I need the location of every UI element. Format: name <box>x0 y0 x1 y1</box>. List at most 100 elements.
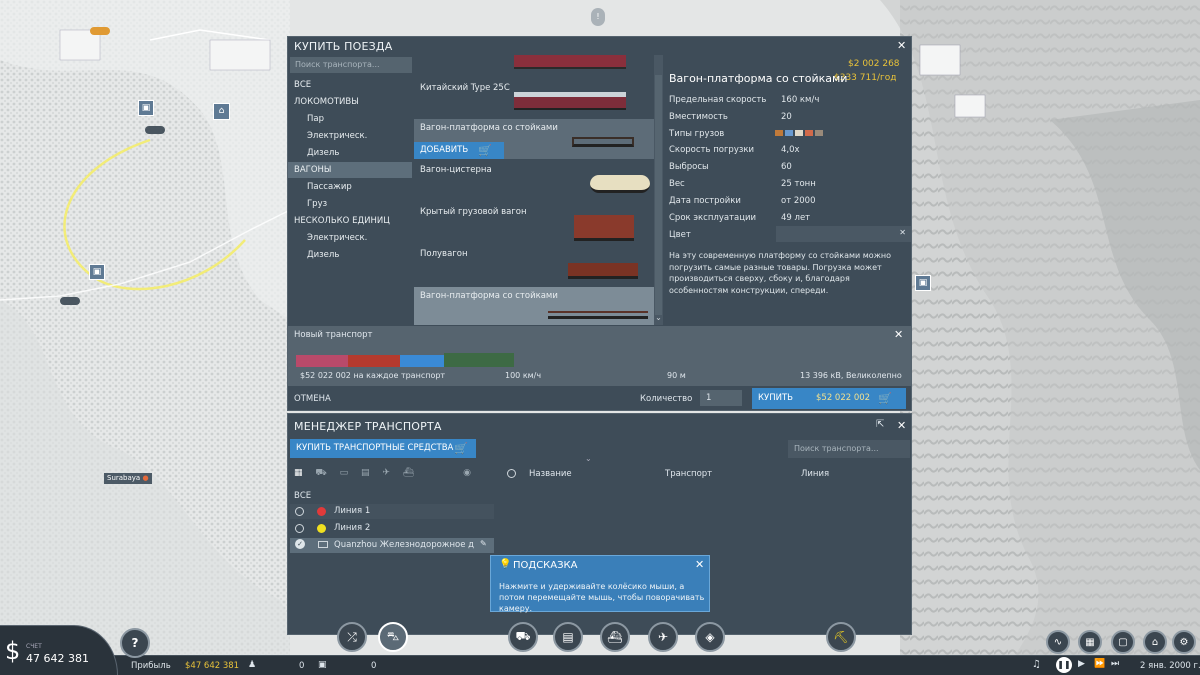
select-all-radio[interactable] <box>507 469 516 478</box>
subcategory-item[interactable]: Электрическ. <box>288 230 412 246</box>
vehicle-list-scrollbar[interactable]: ⌄ <box>654 55 663 325</box>
add-vehicle-button[interactable]: ДОБАВИТЬ 🛒 <box>414 142 504 159</box>
close-icon[interactable]: ✕ <box>695 558 704 571</box>
line-radio[interactable] <box>295 507 304 516</box>
vehicle-thumb <box>572 137 634 147</box>
line-manager-icon[interactable]: ∿ <box>1046 630 1070 654</box>
depot-row[interactable]: ✓ Quanzhou Железнодорожное деп ✎ <box>290 538 494 553</box>
terrain-icon[interactable]: ◈ <box>695 622 725 652</box>
sort-chevron-icon[interactable]: ⌄ <box>585 454 592 463</box>
subcategory-item[interactable]: Пар <box>288 111 412 127</box>
stat-label: Скорость погрузки <box>669 145 755 156</box>
plane-icon[interactable]: ✈ <box>382 468 390 478</box>
vehicle-item[interactable]: Вагон-цистерна <box>414 161 654 201</box>
stat-value: 60 <box>781 162 792 173</box>
vehicle-item[interactable]: Китайский Type 25C <box>414 73 654 117</box>
road-vehicle-icon[interactable]: ⛟ <box>508 622 538 652</box>
stat-label: Предельная скорость <box>669 95 767 105</box>
loco-thumb <box>296 355 348 367</box>
loco-thumb <box>400 355 444 367</box>
cancel-button[interactable]: ОТМЕНА <box>294 394 331 404</box>
plane-build-icon[interactable]: ✈ <box>648 622 678 652</box>
buy-vehicles-button[interactable]: КУПИТЬ ТРАНСПОРТНЫЕ СРЕДСТВА 🛒 <box>290 439 476 458</box>
cargo-count: 0 <box>371 661 377 671</box>
line-radio[interactable] <box>295 524 304 533</box>
line-name: Линия 1 <box>334 506 371 516</box>
ship-icon[interactable]: ⛴ <box>403 468 414 478</box>
eye-icon[interactable]: ◉ <box>463 468 471 478</box>
bulldozer-icon[interactable]: ⛏ <box>826 622 856 652</box>
subcategory-item[interactable]: Дизель <box>288 145 412 161</box>
station-icon[interactable]: ▣ <box>89 264 105 280</box>
train-icon[interactable]: ▤ <box>361 468 370 478</box>
line-row[interactable]: Линия 1 <box>290 504 494 519</box>
manager-search-input[interactable]: Поиск транспорта... <box>788 440 910 458</box>
chat-icon[interactable]: ▢ <box>1111 630 1135 654</box>
city-icon[interactable]: ⌂ <box>1143 630 1167 654</box>
new-transport-section: Новый транспорт ✕ $52 022 002 на каждое … <box>288 326 911 386</box>
play-icon[interactable]: ▶ <box>1078 659 1085 669</box>
station-icon[interactable]: ▣ <box>915 275 931 291</box>
subcategory-item[interactable]: Электрическ. <box>288 128 412 144</box>
pause-icon[interactable]: ❚❚ <box>1056 657 1072 673</box>
vehicle-manager-icon[interactable]: ⛍ <box>378 622 408 652</box>
quantity-input[interactable]: 1 <box>700 390 742 406</box>
edit-icon[interactable]: ✎ <box>480 539 487 548</box>
close-icon[interactable]: ✕ <box>894 328 903 341</box>
fast-forward-icon[interactable]: ⏩ <box>1094 659 1105 669</box>
city-name: Surabaya <box>107 474 141 482</box>
stat-label: Вес <box>669 179 685 189</box>
category-item[interactable]: ВСЕ <box>288 77 412 93</box>
subcategory-item[interactable]: Пассажир <box>288 179 412 195</box>
alert-pin-icon[interactable]: ! <box>591 8 605 26</box>
vehicle-list[interactable]: Китайский Type 25C Вагон-платформа со ст… <box>412 53 664 325</box>
stat-label: Срок эксплуатации <box>669 212 757 223</box>
col-name[interactable]: Название <box>529 469 572 479</box>
line-color-dot <box>317 507 326 516</box>
color-picker[interactable]: ✕ <box>776 226 911 242</box>
subcategory-item[interactable]: Дизель <box>288 247 412 263</box>
shuffle-icon[interactable]: ⤮ <box>337 622 367 652</box>
category-item[interactable]: ВАГОНЫ <box>288 162 412 178</box>
category-item[interactable]: НЕСКОЛЬКО ЕДИНИЦ <box>288 213 412 229</box>
category-item[interactable]: ЛОКОМОТИВЫ <box>288 94 412 110</box>
vehicle-item[interactable]: Полувагон <box>414 245 654 285</box>
vehicle-item[interactable]: Крытый грузовой вагон <box>414 203 654 243</box>
vehicle-item[interactable]: Вагон-платформа со стойками <box>414 287 654 325</box>
all-lines-label[interactable]: ВСЕ <box>294 491 311 501</box>
cargo-icon <box>795 130 803 136</box>
depot-icon[interactable]: ⌂ <box>213 103 230 120</box>
close-icon[interactable]: ✕ <box>897 419 906 432</box>
vehicle-search-input[interactable]: Поиск транспорта... <box>290 57 412 73</box>
fastest-icon[interactable]: ⏭ <box>1111 659 1119 669</box>
scroll-down-icon[interactable]: ⌄ <box>654 313 663 322</box>
col-vehicle[interactable]: Транспорт <box>665 469 712 479</box>
settings-icon[interactable]: ⚙ <box>1172 630 1196 654</box>
grid-all-icon[interactable]: ▦ <box>294 468 303 478</box>
station-icon[interactable]: ▣ <box>138 100 154 116</box>
city-label[interactable]: Surabaya ● <box>104 473 152 484</box>
popout-icon[interactable]: ⇱ <box>876 419 884 430</box>
road-icon[interactable]: ⛟ <box>315 468 326 478</box>
music-icon[interactable]: ♫ <box>1032 659 1041 670</box>
train-build-icon[interactable]: ▤ <box>553 622 583 652</box>
bus-icon[interactable]: ▭ <box>340 468 349 478</box>
consist-preview[interactable] <box>296 353 514 367</box>
subcategory-item[interactable]: Груз <box>288 196 412 212</box>
cart-icon: 🛒 <box>878 392 892 405</box>
line-row[interactable]: Линия 2 <box>290 521 494 536</box>
cart-icon: 🛒 <box>478 144 492 157</box>
ship-build-icon[interactable]: ⛴ <box>600 622 630 652</box>
close-icon[interactable]: ✕ <box>899 228 906 237</box>
close-icon[interactable]: ✕ <box>897 39 906 52</box>
help-button[interactable]: ? <box>120 628 150 658</box>
scroll-thumb[interactable] <box>655 75 662 315</box>
loco-thumb <box>444 353 514 367</box>
consist-cost: $52 022 002 на каждое транспорт <box>300 371 446 380</box>
finance-icon[interactable]: ▦ <box>1078 630 1102 654</box>
col-line[interactable]: Линия <box>801 469 829 479</box>
lightbulb-icon: 💡 <box>499 559 512 570</box>
price: $2 002 268 <box>848 59 900 69</box>
buy-button[interactable]: КУПИТЬ $52 022 002 🛒 <box>752 388 906 409</box>
check-icon[interactable]: ✓ <box>295 539 305 549</box>
